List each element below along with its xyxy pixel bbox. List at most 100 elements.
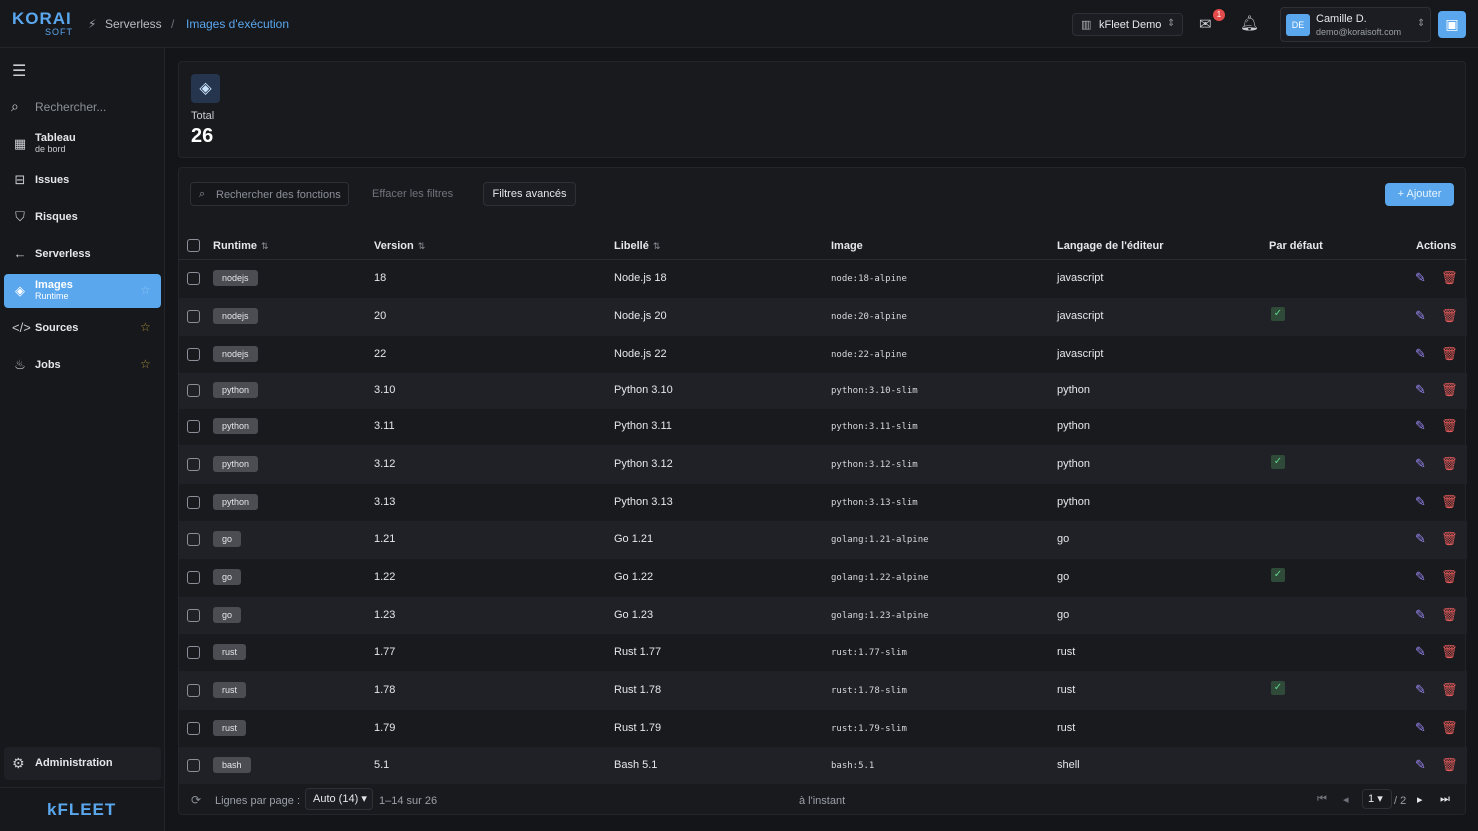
last-page-icon[interactable]: ⏭: [1440, 793, 1450, 806]
edit-icon[interactable]: ✎: [1415, 456, 1426, 472]
image-cell: rust:1.79-slim: [831, 724, 907, 734]
trash-icon[interactable]: 🗑︎: [1441, 382, 1458, 398]
sidebar-item-sublabel: de bord: [35, 144, 66, 154]
bell-icon[interactable]: 🔔︎: [1240, 14, 1259, 32]
table-row[interactable]: go 1.22 Go 1.22 golang:1.22-alpine go ✓ ✎ 🗑︎: [179, 559, 1467, 597]
column-runtime[interactable]: Runtime ⇅: [213, 240, 269, 252]
editor-language-cell: python: [1057, 496, 1091, 508]
menu-icon[interactable]: ☰: [12, 61, 26, 81]
row-checkbox[interactable]: [187, 646, 200, 659]
table-row[interactable]: python 3.10 Python 3.10 python:3.10-slim pyt…: [179, 373, 1467, 409]
table-row[interactable]: nodejs 18 Node.js 18 node:18-alpine javascri…: [179, 260, 1467, 297]
row-checkbox[interactable]: [187, 420, 200, 433]
trash-icon[interactable]: 🗑︎: [1441, 494, 1458, 510]
next-page-icon[interactable]: ▸: [1417, 793, 1423, 806]
row-checkbox[interactable]: [187, 684, 200, 697]
edit-icon[interactable]: ✎: [1415, 382, 1426, 398]
row-checkbox[interactable]: [187, 759, 200, 772]
table-row[interactable]: rust 1.78 Rust 1.78 rust:1.78-slim rust ✓ ✎ 🗑︎: [179, 671, 1467, 710]
edit-icon[interactable]: ✎: [1415, 607, 1426, 623]
sidebar-item-serverless[interactable]: ← Serverless: [4, 237, 161, 271]
table-row[interactable]: rust 1.77 Rust 1.77 rust:1.77-slim rust ✎ 🗑︎: [179, 634, 1467, 671]
trash-icon[interactable]: 🗑︎: [1441, 720, 1458, 736]
star-icon[interactable]: ☆: [140, 320, 151, 334]
table-row[interactable]: nodejs 22 Node.js 22 node:22-alpine javascri…: [179, 336, 1467, 373]
image-cell: python:3.13-slim: [831, 498, 918, 508]
sidebar-search[interactable]: ⌕ Rechercher...: [11, 98, 161, 116]
table-row[interactable]: nodejs 20 Node.js 20 node:20-alpine javascri…: [179, 298, 1467, 336]
column-version[interactable]: Version ⇅: [374, 240, 425, 252]
label-cell: Rust 1.79: [614, 722, 662, 734]
trash-icon[interactable]: 🗑︎: [1441, 682, 1458, 698]
row-checkbox[interactable]: [187, 384, 200, 397]
table-row[interactable]: go 1.21 Go 1.21 golang:1.21-alpine go ✎ 🗑︎: [179, 521, 1467, 559]
trash-icon[interactable]: 🗑︎: [1441, 569, 1458, 585]
edit-icon[interactable]: ✎: [1415, 757, 1426, 773]
version-cell: 1.77: [374, 646, 396, 658]
sidebar-item-jobs[interactable]: ♨ Jobs ☆: [4, 348, 161, 382]
korai-logo[interactable]: KORAI SOFT: [12, 10, 72, 38]
table-row[interactable]: go 1.23 Go 1.23 golang:1.23-alpine go ✎ 🗑︎: [179, 597, 1467, 634]
sidebar-item-sources[interactable]: </> Sources ☆: [4, 311, 161, 345]
clear-filters-button[interactable]: Effacer les filtres: [372, 188, 453, 200]
trash-icon[interactable]: 🗑︎: [1441, 456, 1458, 472]
breadcrumb-serverless[interactable]: Serverless: [105, 17, 162, 31]
sidebar-item-risks[interactable]: ⛉ Risques: [4, 200, 161, 234]
first-page-icon[interactable]: ⏮: [1317, 793, 1327, 806]
edit-icon[interactable]: ✎: [1415, 346, 1426, 362]
refresh-icon[interactable]: ⟳: [191, 793, 201, 807]
rows-per-page-select[interactable]: Auto (14) ▾: [305, 788, 373, 810]
table-row[interactable]: python 3.11 Python 3.11 python:3.11-slim pyt…: [179, 409, 1467, 445]
row-checkbox[interactable]: [187, 458, 200, 471]
row-checkbox[interactable]: [187, 310, 200, 323]
sidebar-item-administration[interactable]: ⚙ Administration: [4, 747, 161, 780]
edit-icon[interactable]: ✎: [1415, 494, 1426, 510]
runtime-badge: go: [213, 607, 242, 623]
assistant-bot-button[interactable]: ▣: [1438, 11, 1466, 38]
row-checkbox[interactable]: [187, 348, 200, 361]
user-menu[interactable]: DE Camille D. demo@koraisoft.com ⇕: [1280, 7, 1431, 42]
function-search-input[interactable]: ⌕ Rechercher des fonctions: [190, 182, 349, 206]
row-checkbox[interactable]: [187, 571, 200, 584]
trash-icon[interactable]: 🗑︎: [1441, 346, 1458, 362]
row-checkbox[interactable]: [187, 272, 200, 285]
trash-icon[interactable]: 🗑︎: [1441, 270, 1458, 286]
star-icon[interactable]: ☆: [140, 357, 151, 371]
sidebar-item-dashboard[interactable]: ▦ Tableau de bord: [4, 127, 161, 161]
edit-icon[interactable]: ✎: [1415, 308, 1426, 324]
edit-icon[interactable]: ✎: [1415, 270, 1426, 286]
table-row[interactable]: bash 5.1 Bash 5.1 bash:5.1 shell ✎ 🗑︎: [179, 747, 1467, 784]
row-checkbox[interactable]: [187, 496, 200, 509]
table-row[interactable]: rust 1.79 Rust 1.79 rust:1.79-slim rust ✎ 🗑︎: [179, 710, 1467, 747]
trash-icon[interactable]: 🗑︎: [1441, 757, 1458, 773]
trash-icon[interactable]: 🗑︎: [1441, 418, 1458, 434]
edit-icon[interactable]: ✎: [1415, 644, 1426, 660]
add-button[interactable]: + Ajouter: [1385, 183, 1454, 206]
row-checkbox[interactable]: [187, 533, 200, 546]
trash-icon[interactable]: 🗑︎: [1441, 644, 1458, 660]
column-label[interactable]: Libellé ⇅: [614, 240, 660, 252]
sidebar-item-issues[interactable]: ⊟ Issues: [4, 163, 161, 197]
edit-icon[interactable]: ✎: [1415, 531, 1426, 547]
row-checkbox[interactable]: [187, 609, 200, 622]
row-checkbox[interactable]: [187, 722, 200, 735]
edit-icon[interactable]: ✎: [1415, 682, 1426, 698]
prev-page-icon[interactable]: ◂: [1343, 793, 1349, 806]
table-row[interactable]: python 3.12 Python 3.12 python:3.12-slim pyt…: [179, 445, 1467, 484]
edit-icon[interactable]: ✎: [1415, 418, 1426, 434]
select-all-checkbox[interactable]: [187, 239, 200, 252]
star-icon[interactable]: ☆: [140, 283, 151, 297]
trash-icon[interactable]: 🗑︎: [1441, 308, 1458, 324]
tenant-selector[interactable]: ▥ kFleet Demo ⇕: [1072, 13, 1183, 36]
table-row[interactable]: python 3.13 Python 3.13 python:3.13-slim pyt…: [179, 484, 1467, 521]
trash-icon[interactable]: 🗑︎: [1441, 607, 1458, 623]
image-cell: python:3.11-slim: [831, 422, 918, 432]
trash-icon[interactable]: 🗑︎: [1441, 531, 1458, 547]
edit-icon[interactable]: ✎: [1415, 720, 1426, 736]
sidebar-item-images[interactable]: ◈ Images Runtime ☆: [4, 274, 161, 308]
edit-icon[interactable]: ✎: [1415, 569, 1426, 585]
advanced-filters-button[interactable]: Filtres avancés: [483, 182, 576, 206]
editor-language-cell: go: [1057, 571, 1070, 583]
editor-language-cell: javascript: [1057, 272, 1104, 284]
page-select[interactable]: 1 ▾: [1362, 789, 1392, 809]
